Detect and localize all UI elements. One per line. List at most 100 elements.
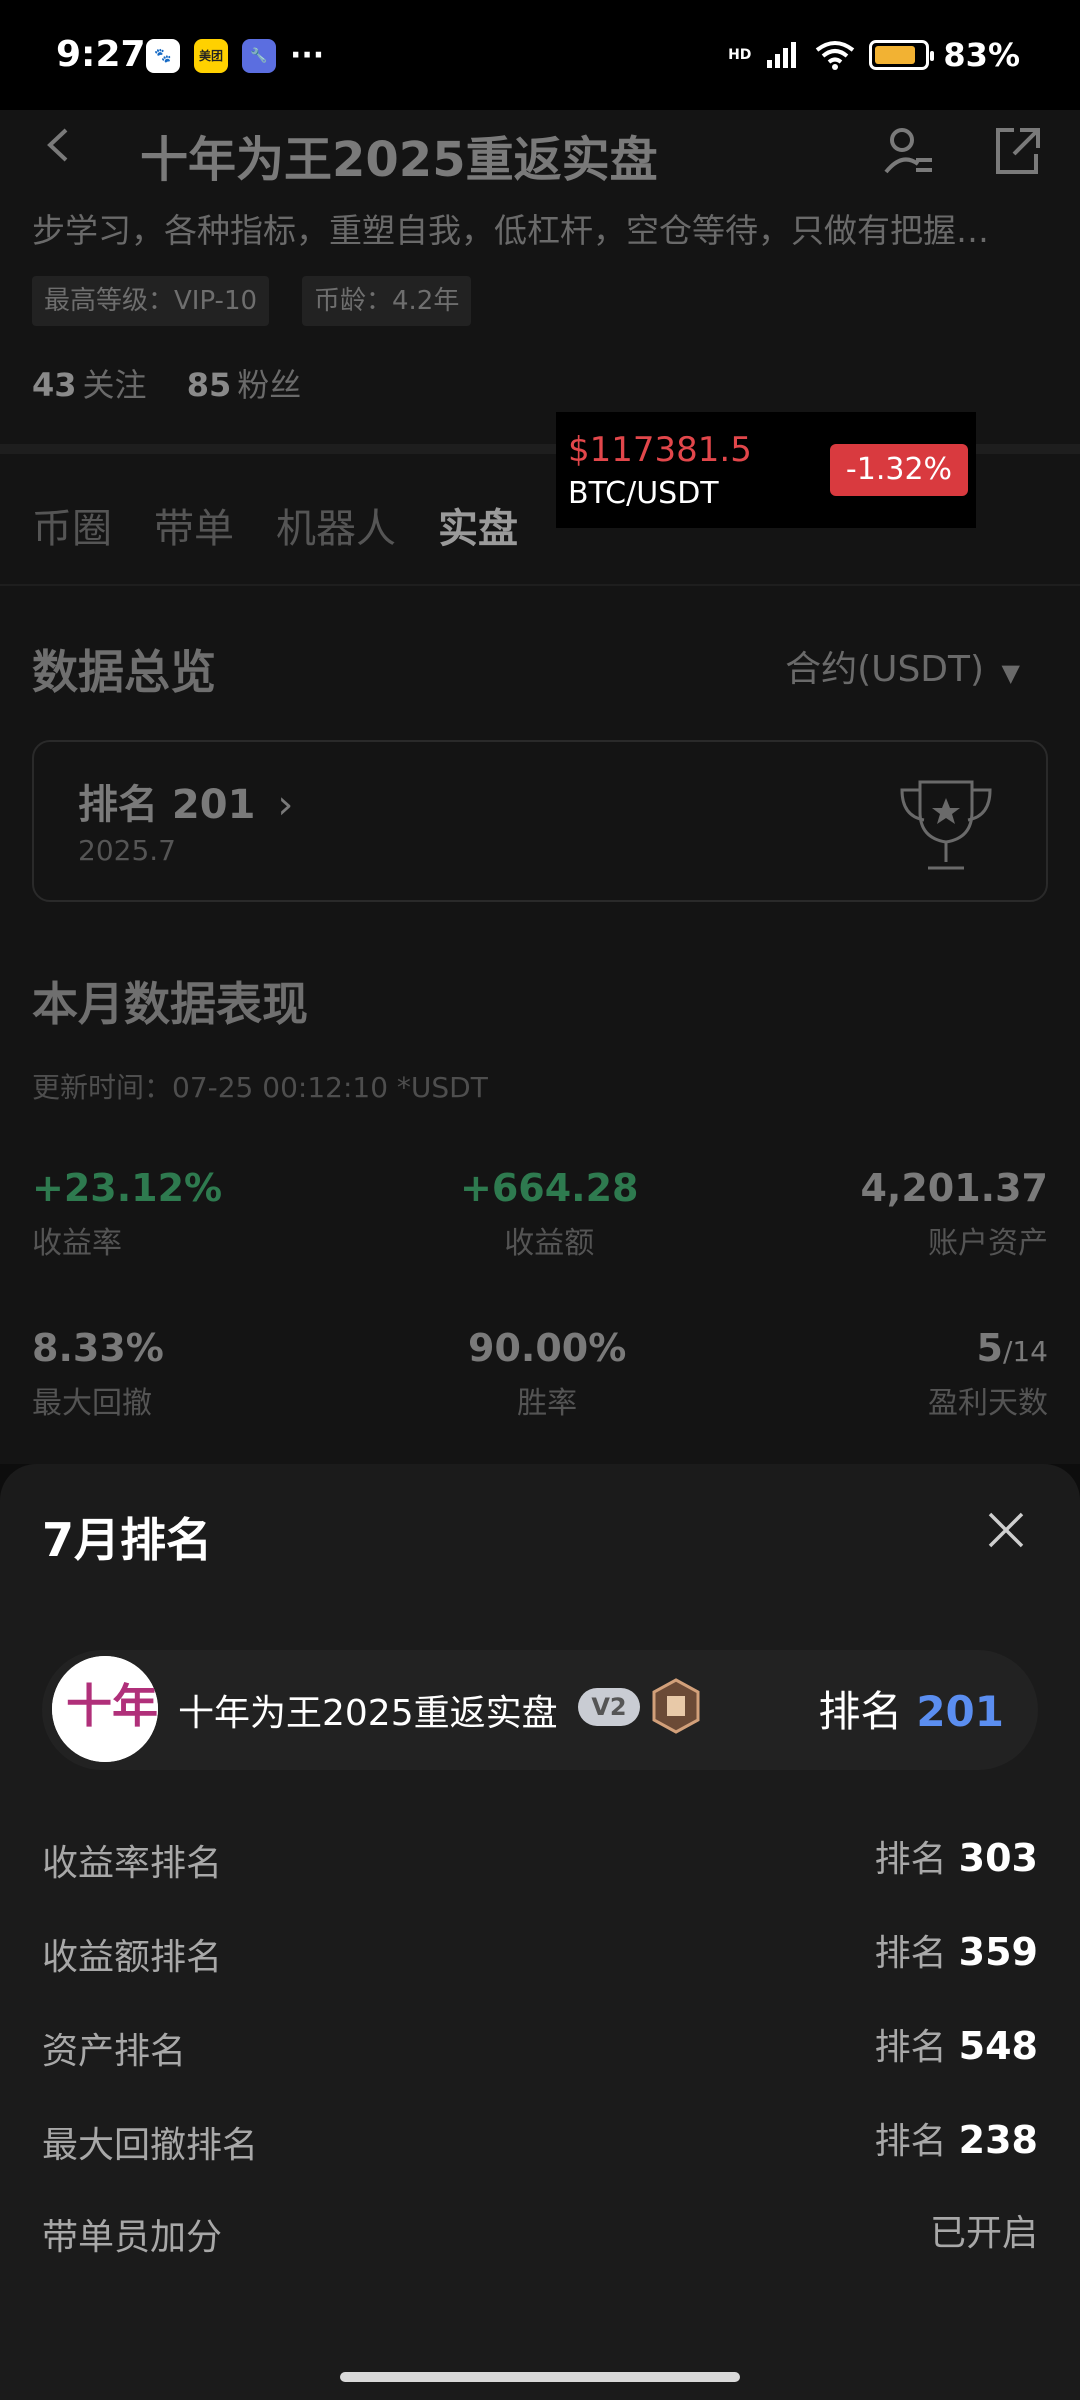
user-rank-card[interactable]: 十年 十年为王2025重返实盘 V2 排名 201 — [42, 1650, 1038, 1770]
profit-days-total: /14 — [1002, 1335, 1048, 1368]
tab-bots[interactable]: 机器人 — [276, 496, 396, 554]
stat-value: +664.28 — [460, 1166, 639, 1210]
rank-prefix: 排名 — [874, 2027, 947, 2068]
followers-link[interactable]: 85 粉丝 — [187, 366, 302, 404]
rank-row-value: 排名 359 — [875, 1924, 1038, 1976]
followers-count: 85 — [186, 366, 232, 404]
more-notifications-icon: ··· — [290, 38, 325, 73]
rank-row-value: 排名 238 — [875, 2112, 1038, 2164]
back-arrow-icon[interactable] — [42, 128, 76, 162]
ranking-bottom-sheet: 7月排名 十年 十年为王2025重返实盘 V2 排名 201 收益率排名 排名 30… — [0, 1464, 1080, 2400]
header-actions — [882, 124, 1044, 178]
stat-profit-days: 5/14 盈利天数 — [928, 1326, 1048, 1422]
tab-divider — [0, 584, 1080, 586]
stat-label: 胜率 — [517, 1386, 578, 1421]
rank-row-profit-amount: 收益额排名 排名 359 — [42, 1920, 1038, 1980]
rank-card-title: 排名 201 › — [78, 772, 293, 830]
rank-row-max-drawdown: 最大回撤排名 排名 238 — [42, 2108, 1038, 2168]
overview-title: 数据总览 — [32, 645, 216, 699]
contract-value: 合约(USDT) — [785, 649, 985, 690]
rank-row-label: 收益额排名 — [42, 1937, 223, 1978]
rank-row-label: 资产排名 — [42, 2031, 187, 2072]
monthly-title: 本月数据表现 — [32, 977, 308, 1031]
close-icon[interactable] — [986, 1510, 1026, 1550]
rank-card[interactable]: 排名 201 › 2025.7 — [32, 740, 1048, 902]
avatar: 十年 — [52, 1656, 158, 1762]
stat-value: 8.33% — [32, 1326, 164, 1370]
baidu-icon: 🐾 — [146, 38, 180, 73]
tab-copy-trading[interactable]: 带单 — [154, 496, 234, 554]
ticker-change-badge: -1.32% — [830, 444, 968, 496]
caret-down-icon: ▼ — [1001, 659, 1020, 687]
page-title: 十年为王2025重返实盘 — [140, 132, 658, 188]
update-time: 更新时间：07-25 00:12:10 *USDT — [32, 1071, 488, 1104]
battery-percent: 83% — [943, 36, 1020, 74]
stat-label: 账户资产 — [928, 1226, 1048, 1261]
user-name: 十年为王2025重返实盘 — [178, 1693, 558, 1734]
stat-value: 5/14 — [928, 1326, 1048, 1370]
home-indicator[interactable] — [340, 2372, 740, 2382]
status-app-icons: 🐾 美团 🔧 ··· — [146, 38, 324, 73]
profile-tabs: 币圈 带单 机器人 实盘 — [32, 496, 518, 554]
rank-row-label: 带单员加分 — [42, 2217, 223, 2258]
avatar-text: 十年 — [66, 1679, 158, 1733]
ticker-price: $117381.5 — [568, 430, 752, 470]
status-time: 9:27 — [56, 34, 146, 75]
stat-label: 收益率 — [32, 1226, 122, 1261]
following-label: 关注 — [82, 366, 147, 404]
stat-label: 最大回撤 — [32, 1386, 152, 1421]
rank-row-return-rate: 收益率排名 排名 303 — [42, 1826, 1038, 1886]
profit-days-value: 5 — [976, 1326, 1003, 1370]
rank-row-value: 排名 548 — [875, 2018, 1038, 2070]
floating-price-ticker[interactable]: $117381.5 BTC/USDT -1.32% — [556, 412, 976, 528]
user-settings-icon[interactable] — [882, 124, 936, 178]
trophy-icon — [900, 780, 992, 870]
ticker-pair: BTC/USDT — [568, 476, 719, 511]
rank-number: 238 — [958, 2118, 1038, 2162]
battery-icon — [869, 40, 935, 70]
rank-row-label: 收益率排名 — [42, 1843, 223, 1884]
following-link[interactable]: 43 关注 — [32, 366, 147, 404]
network-label: HD — [728, 47, 752, 63]
wrench-icon: 🔧 — [242, 38, 276, 73]
user-rank-value: 201 — [916, 1687, 1004, 1736]
vip-level-tag: 最高等级：VIP-10 — [32, 276, 270, 326]
rank-card-date: 2025.7 — [78, 834, 176, 867]
coin-age-tag: 币龄：4.2年 — [302, 276, 472, 326]
contract-dropdown[interactable]: 合约(USDT) ▼ — [785, 640, 1020, 692]
rank-prefix: 排名 — [874, 2121, 947, 2162]
battery-fill — [875, 46, 916, 64]
rank-number: 303 — [958, 1836, 1038, 1880]
rank-number: 548 — [958, 2024, 1038, 2068]
rank-prefix: 排名 — [874, 1839, 947, 1880]
status-bar: 9:27 🐾 美团 🔧 ··· HD 83% — [0, 0, 1080, 110]
follow-stats: 43 关注 85 粉丝 — [32, 360, 301, 406]
stat-account-assets: 4,201.37 账户资产 — [860, 1166, 1048, 1262]
followers-label: 粉丝 — [237, 366, 302, 404]
tab-live-trading[interactable]: 实盘 — [438, 496, 518, 554]
avatar-image: 十年 — [52, 1656, 158, 1762]
status-right: HD 83% — [728, 36, 1020, 74]
trader-bonus-status: 已开启 — [929, 2213, 1038, 2254]
meituan-icon: 美团 — [194, 38, 228, 73]
profile-bio: 步学习，各种指标，重塑自我，低杠杆，空仓等待，只做有把握… — [32, 211, 989, 250]
sheet-title: 7月排名 — [42, 1513, 213, 1567]
rank-prefix: 排名 — [874, 1933, 947, 1974]
rank-number: 359 — [958, 1930, 1038, 1974]
medal-icon — [652, 1678, 700, 1734]
signal-icon — [767, 42, 797, 68]
user-rank: 排名 201 — [818, 1678, 1004, 1739]
stat-win-rate: 90.00% 胜率 — [468, 1326, 626, 1422]
stat-label: 收益额 — [504, 1226, 595, 1261]
tab-coin-circle[interactable]: 币圈 — [32, 496, 112, 554]
chevron-right-icon: › — [277, 782, 294, 828]
stat-value: +23.12% — [32, 1166, 223, 1210]
vip-badge: V2 — [578, 1688, 640, 1726]
share-icon[interactable] — [990, 124, 1044, 178]
rank-row-value: 排名 303 — [875, 1830, 1038, 1882]
rank-row-label: 最大回撤排名 — [42, 2125, 259, 2166]
stat-profit-amount: +664.28 收益额 — [460, 1166, 638, 1262]
stat-max-drawdown: 8.33% 最大回撤 — [32, 1326, 164, 1422]
user-rank-label: 排名 — [818, 1687, 903, 1736]
stat-label: 盈利天数 — [928, 1386, 1048, 1421]
